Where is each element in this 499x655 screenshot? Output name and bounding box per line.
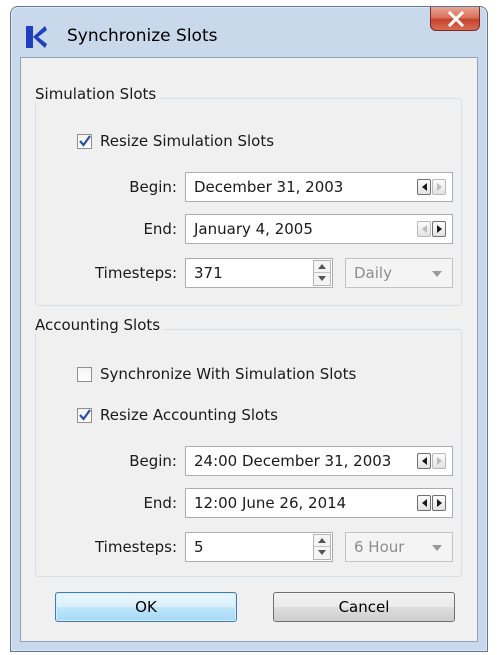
checkmark-icon: [79, 135, 91, 147]
sim-timesteps-spinner[interactable]: [313, 260, 331, 286]
synchronize-slots-dialog: Synchronize Slots Simulation Slots Resiz…: [10, 6, 488, 652]
close-icon: [447, 11, 465, 27]
title-bar: Synchronize Slots: [11, 7, 487, 57]
sim-end-next-button[interactable]: [432, 221, 446, 237]
acc-end-field[interactable]: 12:00 June 26, 2014: [185, 488, 453, 518]
acc-timestep-unit-value: 6 Hour: [354, 538, 405, 556]
acc-timesteps-label: Timesteps:: [94, 538, 177, 556]
acc-begin-label: Begin:: [129, 452, 177, 470]
sim-end-field[interactable]: January 4, 2005: [185, 214, 453, 244]
chevron-down-icon: [432, 271, 442, 277]
triangle-up-icon: [318, 538, 326, 543]
sim-timestep-unit-select[interactable]: Daily: [345, 258, 453, 288]
arrow-left-icon: [422, 457, 427, 465]
chevron-down-icon: [432, 545, 442, 551]
spin-down-button[interactable]: [314, 273, 330, 285]
acc-end-label: End:: [143, 494, 177, 512]
acc-begin-prev-button[interactable]: [417, 453, 431, 469]
acc-timesteps-input[interactable]: 5: [185, 532, 333, 562]
sim-timesteps-input[interactable]: 371: [185, 258, 333, 288]
window-title: Synchronize Slots: [67, 26, 218, 46]
arrow-left-icon: [422, 183, 427, 191]
acc-begin-field[interactable]: 24:00 December 31, 2003: [185, 446, 453, 476]
sim-end-prev-button[interactable]: [417, 221, 431, 237]
riverware-logo-icon: [23, 24, 49, 50]
simulation-slots-legend: Simulation Slots: [32, 85, 160, 103]
arrow-right-icon: [437, 225, 442, 233]
sim-timestep-unit-value: Daily: [354, 264, 392, 282]
spin-up-button[interactable]: [314, 261, 330, 273]
cancel-button[interactable]: Cancel: [273, 592, 455, 622]
acc-end-next-button[interactable]: [432, 495, 446, 511]
sim-begin-label: Begin:: [129, 178, 177, 196]
sim-timesteps-label: Timesteps:: [94, 264, 177, 282]
arrow-right-icon: [437, 183, 442, 191]
sim-begin-field[interactable]: December 31, 2003: [185, 172, 453, 202]
sim-begin-prev-button[interactable]: [417, 179, 431, 195]
spin-down-button[interactable]: [314, 547, 330, 559]
triangle-down-icon: [318, 276, 326, 281]
acc-timestep-unit-select[interactable]: 6 Hour: [345, 532, 453, 562]
accounting-slots-legend: Accounting Slots: [32, 316, 164, 334]
close-button[interactable]: [430, 7, 480, 31]
acc-end-prev-button[interactable]: [417, 495, 431, 511]
sim-end-label: End:: [143, 220, 177, 238]
checkmark-icon: [79, 409, 91, 421]
spin-up-button[interactable]: [314, 535, 330, 547]
resize-accounting-checkbox[interactable]: [77, 408, 92, 423]
sync-with-simulation-label: Synchronize With Simulation Slots: [100, 365, 357, 383]
acc-timesteps-spinner[interactable]: [313, 534, 331, 560]
arrow-left-icon: [422, 225, 427, 233]
triangle-down-icon: [318, 550, 326, 555]
arrow-right-icon: [437, 499, 442, 507]
triangle-up-icon: [318, 264, 326, 269]
ok-button[interactable]: OK: [55, 592, 237, 622]
resize-simulation-checkbox[interactable]: [77, 134, 92, 149]
sync-with-simulation-checkbox[interactable]: [77, 367, 92, 382]
sim-begin-next-button[interactable]: [432, 179, 446, 195]
arrow-left-icon: [422, 499, 427, 507]
resize-simulation-label: Resize Simulation Slots: [100, 132, 275, 150]
dialog-content: Simulation Slots Resize Simulation Slots…: [20, 57, 478, 642]
arrow-right-icon: [437, 457, 442, 465]
resize-accounting-label: Resize Accounting Slots: [100, 406, 278, 424]
acc-begin-next-button[interactable]: [432, 453, 446, 469]
